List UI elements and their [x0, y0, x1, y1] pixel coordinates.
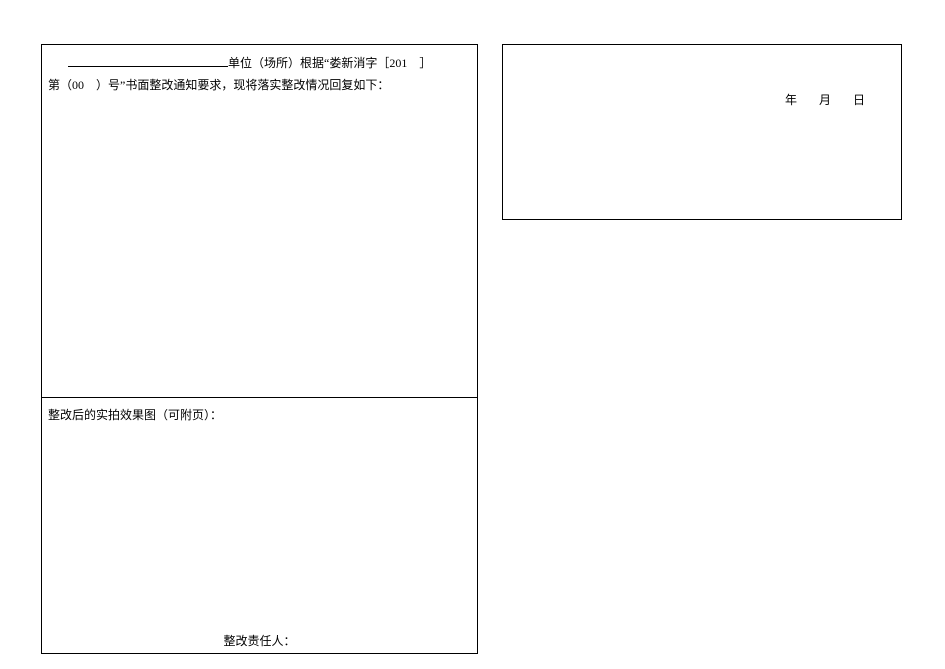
unit-name-blank[interactable] [68, 66, 228, 67]
intro-text-line2: 第（00 ）号”书面整改通知要求，现将落实整改情况回复如下： [48, 78, 389, 92]
responsible-person-line: 整改责任人： [42, 632, 477, 649]
photo-section-cell: 整改后的实拍效果图（可附页）： 整改责任人： [42, 398, 477, 653]
date-day-label: 日 [853, 93, 865, 107]
right-date-box: 年月日 [502, 44, 902, 220]
date-line: 年月日 [755, 91, 865, 108]
left-form-box: 单位（场所）根据“娄新消字［201 ］ 第（00 ）号”书面整改通知要求，现将落… [41, 44, 478, 654]
responsible-person-label: 整改责任人： [223, 634, 295, 648]
photo-section-label: 整改后的实拍效果图（可附页）： [48, 408, 222, 422]
rectification-reply-cell: 单位（场所）根据“娄新消字［201 ］ 第（00 ）号”书面整改通知要求，现将落… [42, 45, 477, 398]
document-page: 单位（场所）根据“娄新消字［201 ］ 第（00 ）号”书面整改通知要求，现将落… [0, 0, 945, 669]
date-month-label: 月 [819, 93, 831, 107]
intro-text-line1: 单位（场所）根据“娄新消字［201 ］ [228, 56, 431, 70]
date-year-label: 年 [785, 93, 797, 107]
